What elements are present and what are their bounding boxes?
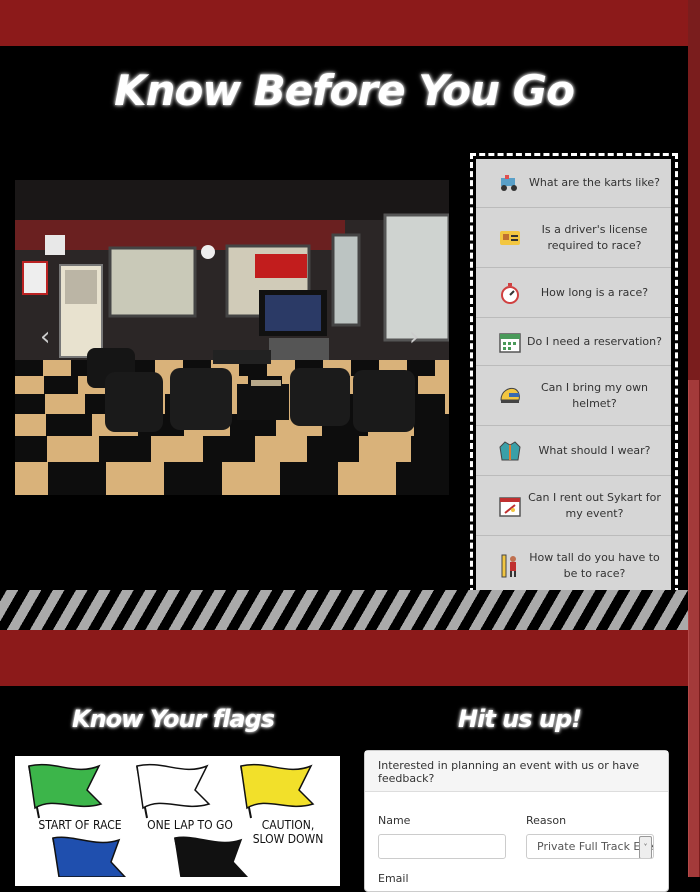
event-calendar-icon [498, 494, 522, 518]
name-label: Name [378, 814, 411, 827]
chevron-right-icon: › [409, 322, 420, 352]
carousel-prev-button[interactable]: ‹ [40, 322, 50, 352]
faq-label: Can I rent out Sykart for my event? [528, 490, 661, 520]
faq-item-rent-event[interactable]: Can I rent out Sykart for my event? [476, 476, 671, 536]
carousel-next-button[interactable]: › [409, 322, 419, 352]
flags-card: START OF RACE ONE LAP TO GO CAUTION, SLO… [15, 756, 340, 886]
calendar-icon [498, 330, 522, 354]
reason-value: Private Full Track Eve [537, 840, 654, 853]
photo-carousel[interactable]: ‹ › [15, 180, 449, 495]
faq-label: Do I need a reservation? [527, 334, 662, 348]
top-banner [0, 0, 688, 46]
flag-green [28, 763, 103, 819]
reason-label: Reason [526, 814, 567, 827]
height-icon [498, 554, 522, 578]
faq-item-karts[interactable]: What are the karts like? [476, 159, 671, 208]
faq-item-attire[interactable]: What should I wear? [476, 426, 671, 476]
faq-item-helmet[interactable]: Can I bring my own helmet? [476, 366, 671, 426]
stopwatch-icon [498, 281, 522, 305]
contact-form: Interested in planning an event with us … [364, 750, 669, 892]
faq-label: What should I wear? [538, 443, 651, 457]
faq-label: How tall do you have to be to race? [529, 551, 660, 580]
faq-label: Can I bring my own helmet? [540, 380, 649, 410]
hazard-stripes [0, 590, 688, 630]
flags-title: Know Your flags [72, 705, 275, 733]
faq-label: How long is a race? [540, 285, 649, 299]
reason-select[interactable]: Private Full Track Eve ˅ [526, 834, 654, 859]
chevron-left-icon: ‹ [40, 322, 51, 352]
flag-label: ONE LAP TO GO [147, 818, 233, 832]
flag-yellow [240, 763, 315, 819]
jacket-icon [498, 439, 522, 463]
scrollbar-thumb[interactable] [688, 380, 699, 877]
faq-label: Is a driver's license required to race? [541, 222, 648, 252]
contact-title: Hit us up! [458, 705, 582, 733]
page-scrollbar[interactable] [688, 0, 700, 877]
form-header: Interested in planning an event with us … [365, 751, 668, 792]
section-divider [0, 630, 688, 686]
flag-label: CAUTION, SLOW DOWN [252, 818, 324, 846]
flag-label: START OF RACE [38, 818, 122, 832]
license-icon [498, 226, 522, 250]
helmet-icon [498, 384, 522, 408]
name-field[interactable] [378, 834, 506, 859]
page-title: Know Before You Go [114, 66, 575, 115]
faq-item-license[interactable]: Is a driver's license required to race? [476, 208, 671, 268]
flag-black [174, 836, 249, 877]
flag-blue [52, 836, 127, 877]
kart-icon [498, 171, 522, 195]
flag-white [136, 763, 211, 819]
faq-item-race-length[interactable]: How long is a race? [476, 268, 671, 318]
faq-item-reservation[interactable]: Do I need a reservation? [476, 318, 671, 366]
lounge-photo [15, 180, 449, 495]
faq-label: What are the karts like? [529, 176, 660, 189]
chevron-down-icon: ˅ [639, 836, 652, 858]
email-label: Email [378, 872, 409, 885]
faq-item-height[interactable]: How tall do you have to be to race? [476, 536, 671, 597]
